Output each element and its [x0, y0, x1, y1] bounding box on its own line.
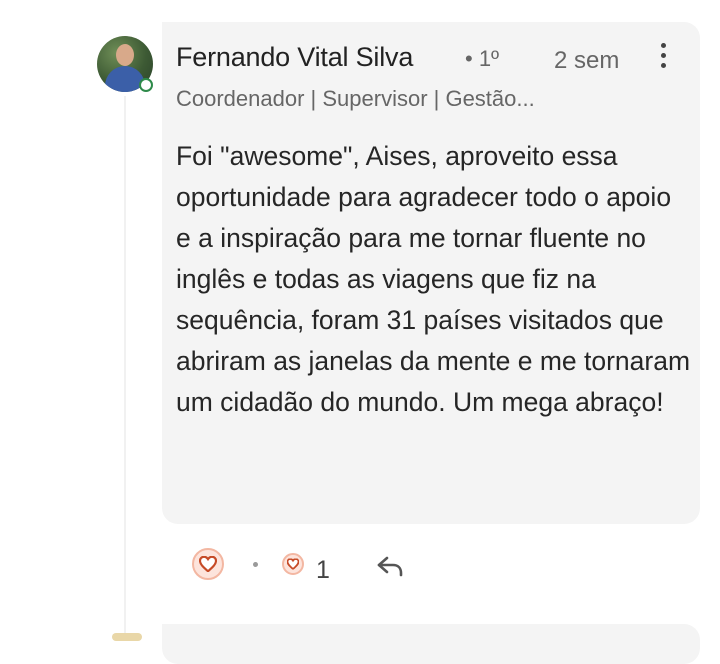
reaction-bar: 1	[192, 546, 452, 586]
react-heart-button[interactable]	[192, 548, 224, 580]
avatar-head	[116, 44, 134, 66]
author-name[interactable]: Fernando Vital Silva	[176, 42, 413, 73]
reply-arrow-icon[interactable]	[375, 552, 405, 580]
heart-icon	[199, 556, 217, 572]
reaction-summary-icon[interactable]	[282, 553, 304, 575]
comment-timestamp: 2 sem	[554, 47, 620, 74]
reaction-count[interactable]: 1	[316, 556, 330, 585]
comment-text: Foi "awesome", Aises, aproveito essa opo…	[176, 141, 691, 417]
next-comment-avatar[interactable]	[112, 633, 142, 641]
thread-line	[124, 96, 126, 639]
more-vertical-icon[interactable]	[659, 43, 669, 73]
separator-dot	[253, 562, 258, 567]
connection-degree: • 1º	[465, 46, 500, 71]
heart-icon	[287, 558, 299, 570]
online-status-icon	[139, 78, 153, 92]
next-comment-bubble	[162, 624, 700, 664]
author-headline: Coordenador | Supervisor | Gestão...	[176, 86, 535, 111]
